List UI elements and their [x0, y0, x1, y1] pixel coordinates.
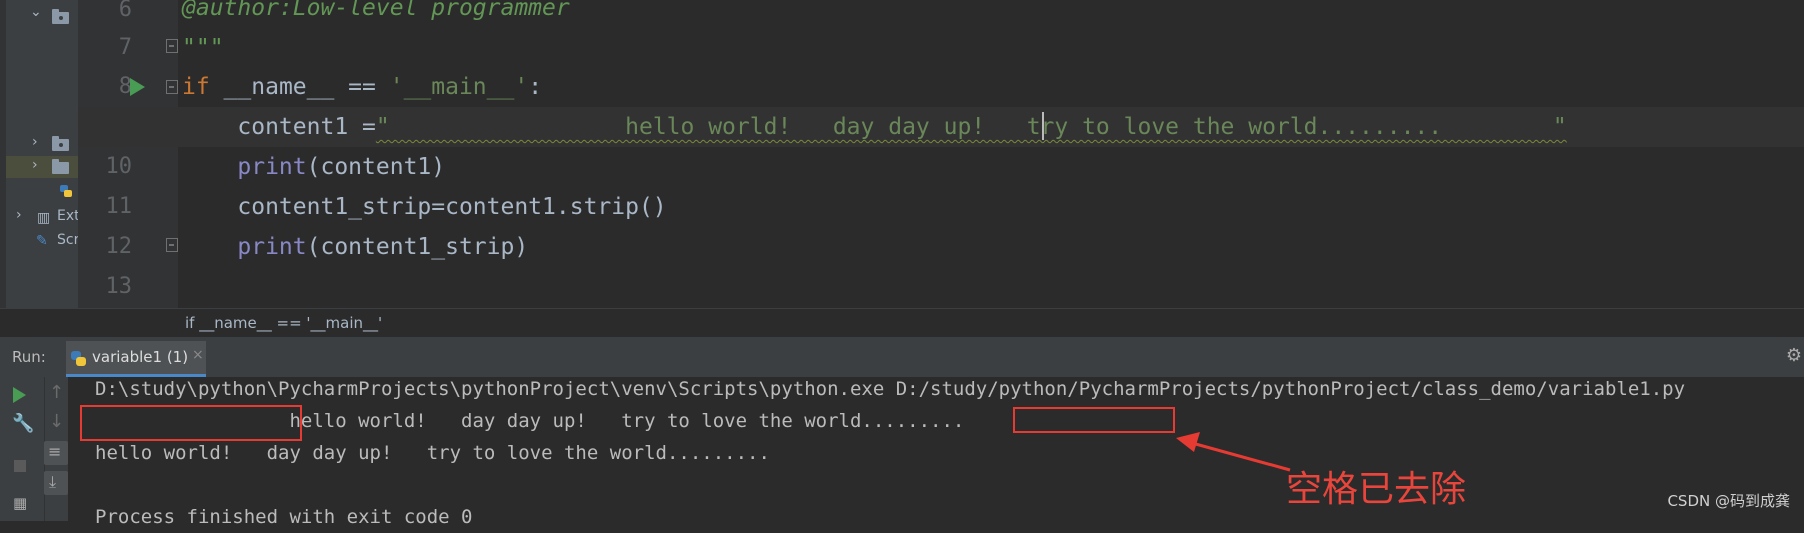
watermark: CSDN @码到成龚: [1667, 492, 1790, 510]
annotation-arrow: [1176, 432, 1291, 472]
annotation-text: 空格已去除: [1286, 469, 1467, 510]
